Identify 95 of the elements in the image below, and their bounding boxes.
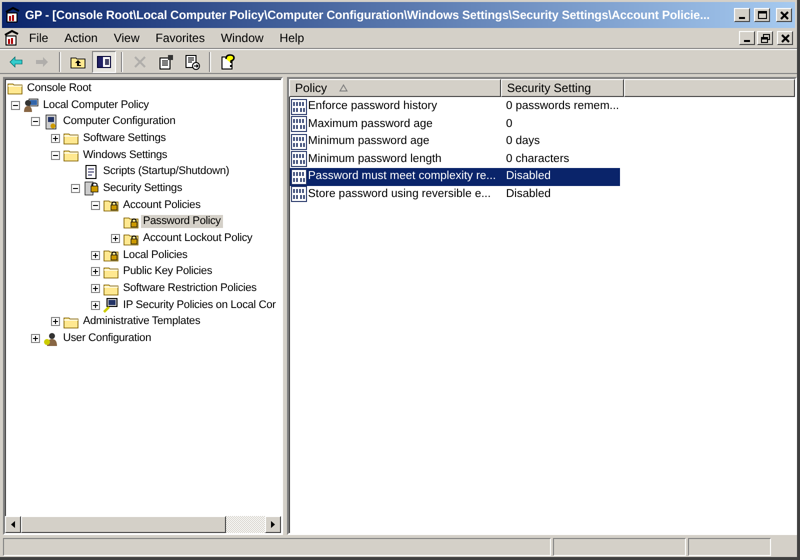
tree-item[interactable]: Software Settings (81, 132, 168, 145)
maximize-icon (756, 10, 768, 20)
help-icon (220, 54, 236, 70)
app-icon (5, 7, 21, 23)
policy-setting-icon (291, 134, 307, 150)
table-cell: Minimum password age (308, 136, 430, 148)
tree-item[interactable]: Console Root (25, 82, 94, 95)
minimize-icon (744, 40, 750, 42)
policy-setting-icon (291, 98, 307, 115)
tree-item[interactable]: User Configuration (61, 332, 154, 346)
tree-item[interactable]: Account Lockout Policy (141, 232, 254, 246)
column-header[interactable]: Policy (289, 79, 501, 97)
menu-item[interactable]: Favorites (148, 30, 212, 46)
tree-item[interactable]: Software Restriction Policies (121, 282, 259, 296)
expander-icon[interactable] (91, 250, 100, 260)
expander-icon[interactable] (31, 117, 40, 126)
expander-icon[interactable] (51, 150, 60, 160)
right-arrow-icon (270, 520, 276, 529)
policy-setting-icon (291, 186, 307, 202)
expander-icon[interactable] (91, 200, 100, 210)
monitor-icon (103, 297, 119, 314)
tree-item[interactable]: Windows Settings (81, 148, 170, 162)
properties-icon (158, 54, 174, 70)
tree-item[interactable]: Account Policies (121, 198, 203, 212)
export-list-icon (184, 54, 200, 70)
tree-item[interactable]: Administrative Templates (81, 315, 202, 328)
expander-icon[interactable] (91, 300, 100, 310)
table-cell-text: 0 characters (505, 154, 570, 165)
menu-item[interactable]: Help (272, 30, 312, 46)
expander-icon[interactable] (71, 184, 80, 193)
tree-item[interactable]: Password Policy (141, 215, 223, 228)
delete-icon (132, 54, 148, 70)
computer-icon (43, 114, 59, 130)
expander-icon[interactable] (51, 317, 60, 326)
close-icon (780, 32, 790, 44)
table-cell: Maximum password age (308, 118, 433, 130)
minimize-button[interactable] (739, 31, 755, 45)
list-row[interactable]: Enforce password history 0 passwords remem... (290, 98, 620, 116)
list-row[interactable]: Minimum password age 0 days (290, 133, 620, 150)
sort-icon (339, 84, 348, 92)
menu-item[interactable]: View (106, 30, 146, 46)
expander-icon[interactable] (31, 334, 40, 344)
list-row[interactable]: Minimum password length 0 characters (290, 150, 620, 168)
expander-icon[interactable] (91, 284, 100, 294)
tree-item[interactable]: Local Policies (121, 248, 190, 262)
menu-item[interactable]: Window (214, 30, 271, 46)
maximize-button[interactable] (754, 8, 770, 22)
tree-item[interactable]: Public Key Policies (121, 265, 214, 278)
tree-pane-button[interactable] (92, 50, 116, 72)
left-arrow-icon (10, 520, 16, 529)
list-row[interactable]: Password must meet complexity re... Disabled (290, 168, 620, 186)
user-icon (43, 330, 59, 347)
window-title: GP - [Console Root\Local Computer Policy\Computer Configuration\Windows Settings\Security Settings\Account Policie... (25, 9, 711, 21)
minimize-icon (739, 17, 745, 19)
close-icon (778, 10, 790, 20)
list-row[interactable]: Store password using reversible e... Disabled (290, 186, 620, 203)
column-header[interactable]: Security Setting (501, 79, 624, 97)
scroll-right-button[interactable] (265, 516, 281, 533)
table-cell: Password must meet complexity re... (308, 171, 496, 182)
table-cell-text: 0 passwords remem... (505, 101, 620, 112)
table-cell: Store password using reversible e... (308, 188, 491, 200)
table-cell-text: 0 days (505, 136, 540, 148)
tree-item[interactable]: IP Security Policies on Local Cor (121, 298, 278, 312)
scroll-left-button[interactable] (5, 516, 21, 533)
policy-setting-icon (291, 116, 307, 132)
table-cell-text: 0 (505, 118, 512, 130)
table-cell: Minimum password length (308, 154, 442, 165)
expander-icon[interactable] (91, 267, 100, 276)
list-row[interactable]: Maximum password age 0 (290, 116, 620, 133)
menu-item[interactable]: Action (57, 30, 105, 46)
expander-icon[interactable] (111, 234, 120, 244)
policy-setting-icon (291, 168, 307, 185)
tree-pane-icon (96, 54, 112, 70)
policy-icon (23, 97, 39, 114)
policy-setting-icon (291, 151, 307, 168)
tree-item[interactable]: Computer Configuration (61, 115, 178, 128)
table-cell: Enforce password history (308, 101, 438, 112)
restore-button[interactable] (757, 31, 773, 45)
restore-icon (760, 32, 770, 44)
tree-item[interactable]: Scripts (Startup/Shutdown) (101, 165, 232, 178)
table-cell-text: Disabled (505, 171, 551, 182)
document-icon (83, 164, 99, 180)
menu-item[interactable]: File (22, 30, 56, 46)
scrollbar-thumb[interactable] (21, 516, 226, 533)
close-button[interactable] (777, 31, 793, 45)
minimize-button[interactable] (734, 8, 750, 22)
tree-item[interactable]: Local Computer Policy (41, 98, 151, 112)
back-arrow-icon (8, 54, 24, 70)
security-icon (83, 180, 99, 196)
tree-item[interactable]: Security Settings (101, 182, 184, 195)
expander-icon[interactable] (11, 100, 20, 110)
app-icon (4, 30, 20, 46)
table-cell-text: Disabled (505, 188, 551, 200)
expander-icon[interactable] (51, 134, 60, 143)
close-button[interactable] (776, 8, 792, 22)
